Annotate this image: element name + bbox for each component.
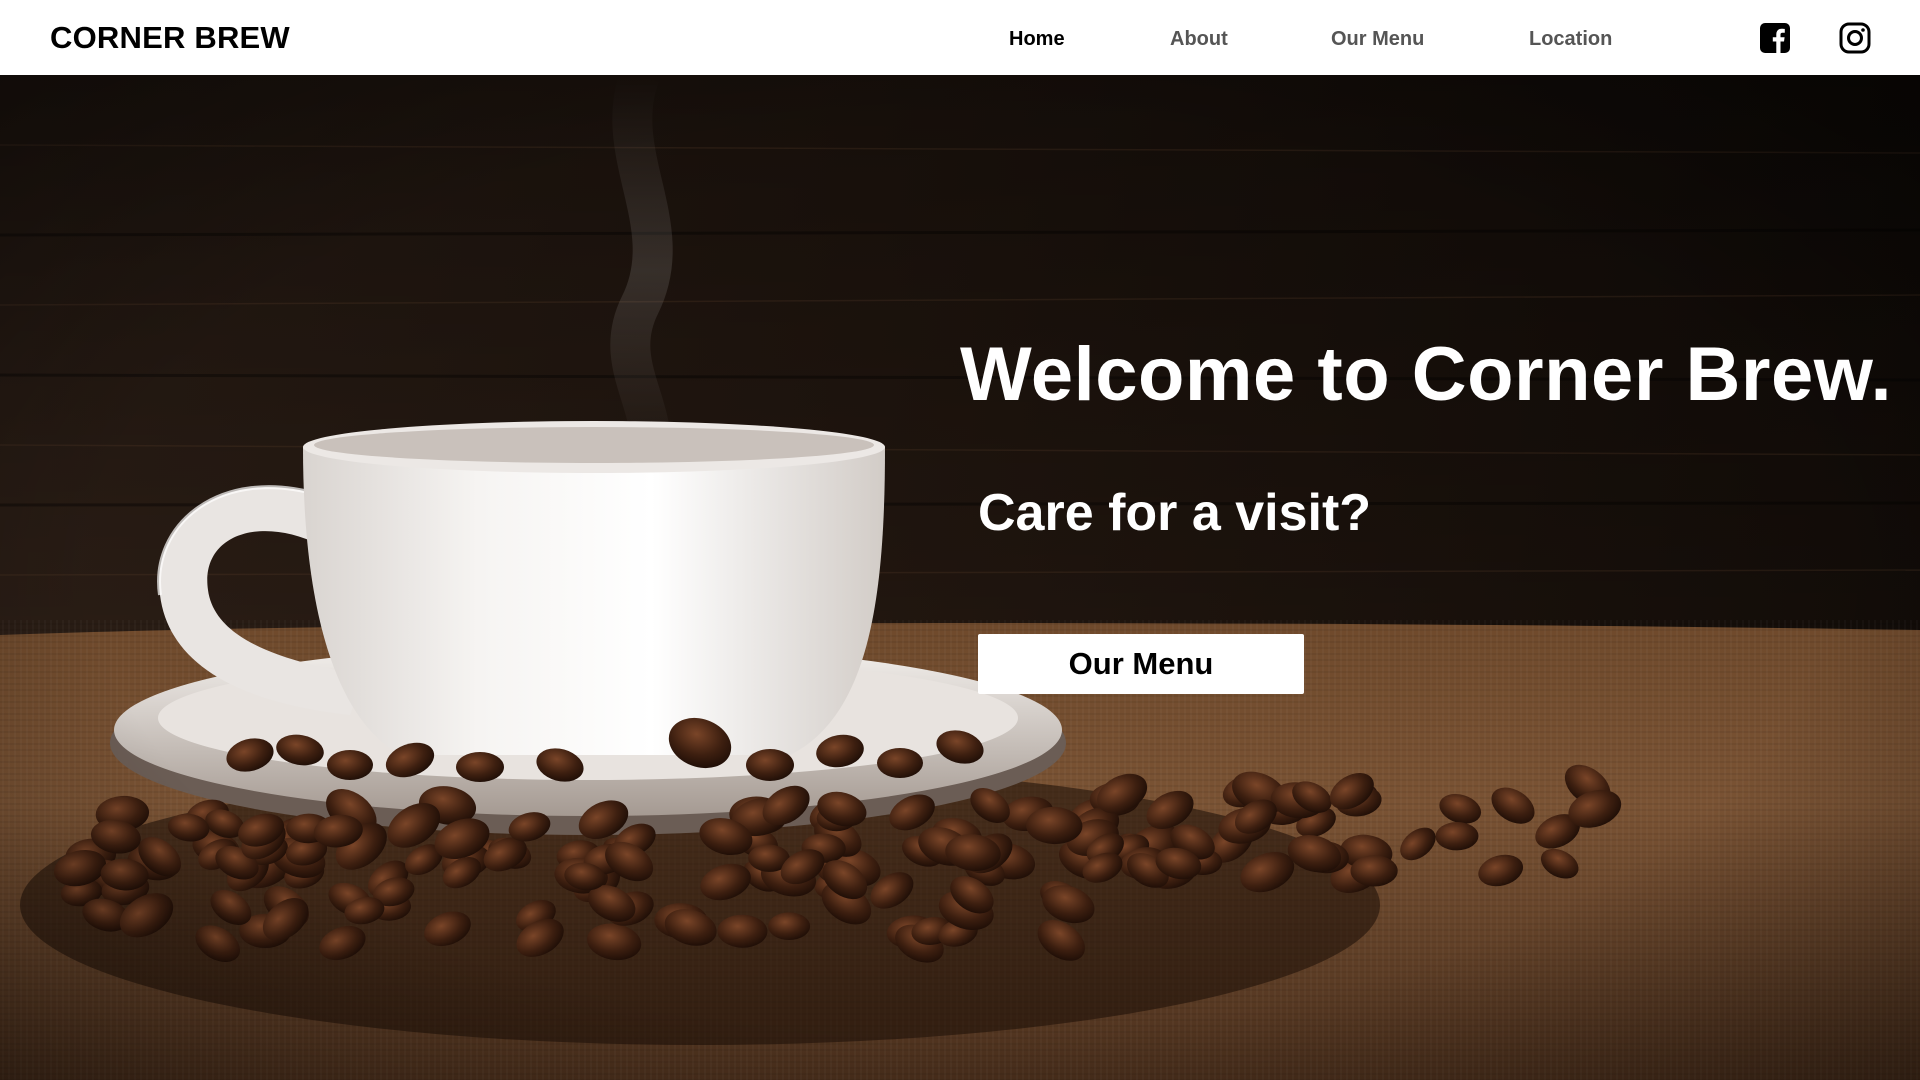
brand-logo[interactable]: CORNER BREW xyxy=(50,20,290,56)
hero-section: Welcome to Corner Brew. Care for a visit… xyxy=(0,75,1920,1080)
hero-background-image xyxy=(0,75,1920,1080)
nav-link-about[interactable]: About xyxy=(1170,28,1228,51)
nav-link-home[interactable]: Home xyxy=(1009,28,1065,51)
our-menu-button[interactable]: Our Menu xyxy=(978,634,1304,694)
instagram-icon[interactable] xyxy=(1839,22,1871,54)
hero-headline: Welcome to Corner Brew. xyxy=(960,332,1893,417)
top-navbar: CORNER BREW Home About Our Menu Location xyxy=(0,0,1920,75)
hero-subheadline: Care for a visit? xyxy=(978,484,1372,542)
nav-link-location[interactable]: Location xyxy=(1529,28,1612,51)
facebook-icon[interactable] xyxy=(1759,22,1791,54)
nav-link-our-menu[interactable]: Our Menu xyxy=(1331,28,1424,51)
